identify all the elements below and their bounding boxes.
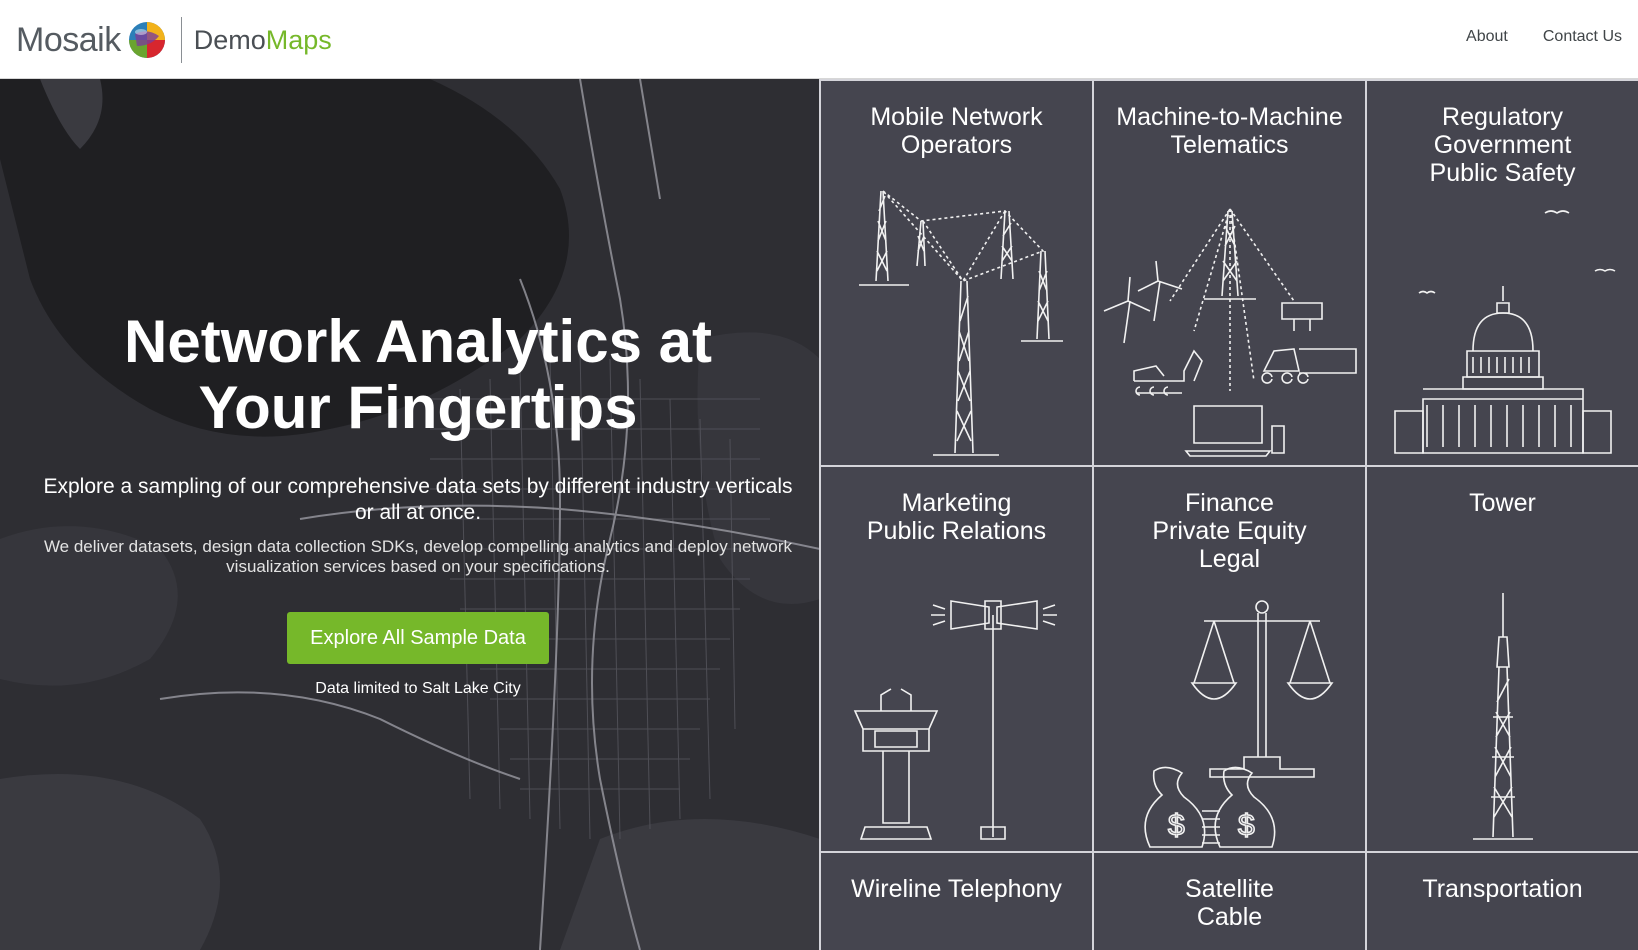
- brand-divider: [180, 17, 182, 63]
- data-limit-note: Data limited to Salt Lake City: [315, 680, 521, 697]
- nav-about-link[interactable]: About: [1466, 28, 1508, 46]
- svg-text:$: $: [1168, 809, 1185, 842]
- tile-marketing-public-relations[interactable]: Marketing Public Relations: [819, 465, 1092, 851]
- brand-name: Mosaik: [16, 20, 121, 59]
- logo[interactable]: Mosaik Demo Maps: [16, 16, 332, 64]
- tile-label: Satellite Cable: [1185, 875, 1274, 931]
- globe-logo-icon: [128, 22, 165, 58]
- tile-regulatory-government-public-safety[interactable]: Regulatory Government Public Safety: [1365, 79, 1638, 465]
- tower-icon: [1473, 593, 1533, 840]
- product-name-demo: Demo: [193, 24, 266, 55]
- hero-description: We deliver datasets, design data collect…: [43, 537, 793, 576]
- product-name-maps: Maps: [265, 24, 332, 55]
- tile-label: Marketing Public Relations: [866, 489, 1047, 545]
- hero-title: Network Analytics at Your Fingertips: [0, 309, 820, 441]
- tile-satellite-cable[interactable]: Satellite Cable: [1092, 851, 1365, 950]
- tile-machine-to-machine-telematics[interactable]: Machine-to-Machine Telematics: [1092, 79, 1365, 465]
- tile-label: Regulatory Government Public Safety: [1429, 103, 1576, 187]
- explore-all-button[interactable]: Explore All Sample Data: [287, 612, 549, 664]
- hero-section: Network Analytics at Your Fingertips Exp…: [0, 79, 820, 950]
- top-nav: About Contact Us: [1466, 28, 1622, 46]
- tile-label: Mobile Network Operators: [870, 103, 1043, 159]
- top-header: Mosaik Demo Maps About Contact Us: [0, 0, 1638, 79]
- tile-wireline-telephony[interactable]: Wireline Telephony: [819, 851, 1092, 950]
- hero-title-line2: Your Fingertips: [198, 374, 638, 441]
- tile-mobile-network-operators[interactable]: Mobile Network Operators: [819, 79, 1092, 465]
- tile-label: Finance Private Equity Legal: [1152, 489, 1307, 573]
- tile-transportation[interactable]: Transportation: [1365, 851, 1638, 950]
- tile-label: Tower: [1469, 489, 1536, 517]
- tile-label: Wireline Telephony: [851, 875, 1062, 903]
- tile-label: Machine-to-Machine Telematics: [1116, 103, 1343, 159]
- verticals-grid: Mobile Network Operators Machine-to-Mach…: [819, 79, 1638, 950]
- tile-tower[interactable]: Tower: [1365, 465, 1638, 851]
- tile-label: Transportation: [1422, 875, 1583, 903]
- hero-subtitle: Explore a sampling of our comprehensive …: [43, 475, 793, 524]
- nav-contact-link[interactable]: Contact Us: [1543, 28, 1622, 46]
- svg-text:$: $: [1238, 809, 1255, 842]
- hero-title-line1: Network Analytics at: [124, 308, 712, 375]
- tile-finance-private-equity-legal[interactable]: $ $ Finance Private Equity Legal: [1092, 465, 1365, 851]
